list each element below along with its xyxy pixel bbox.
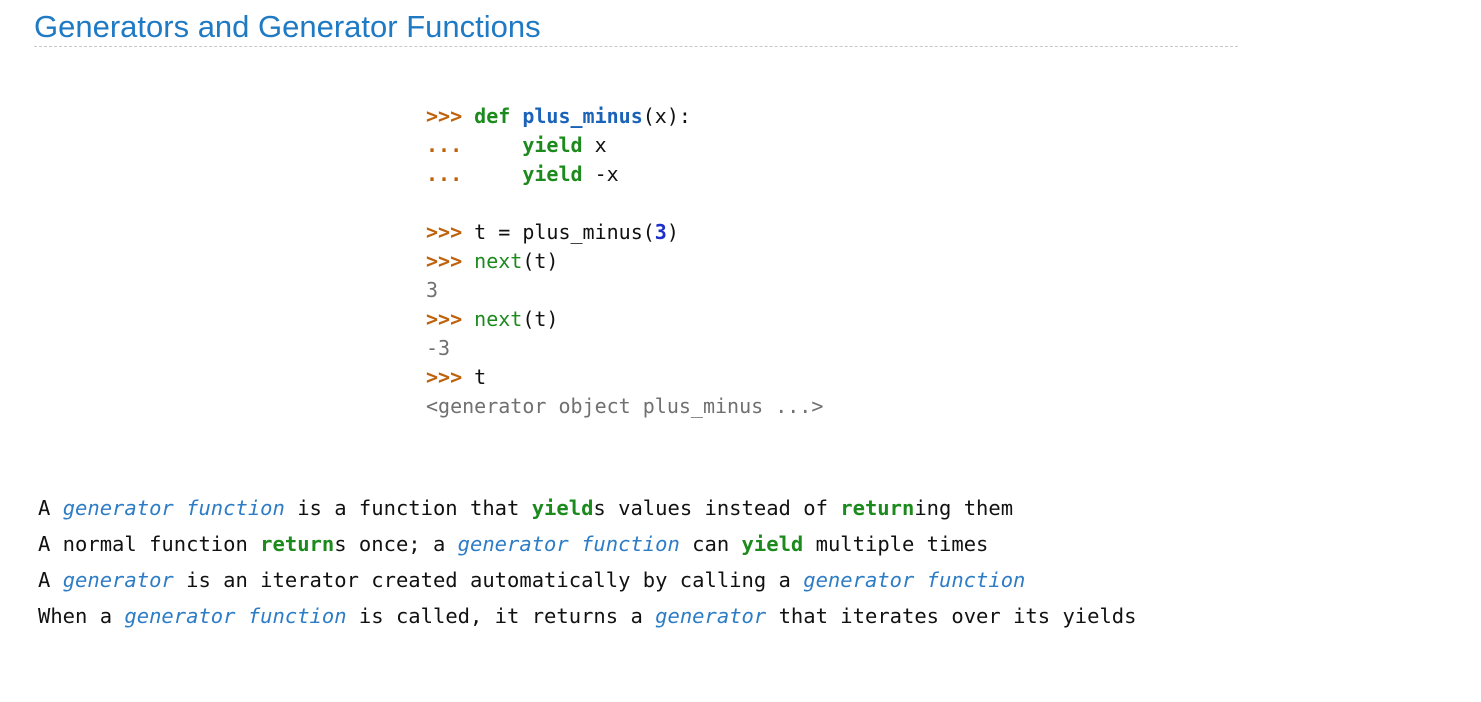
number-literal: 3 <box>654 220 667 244</box>
code-line-yield-neg-x: ... yield -x <box>426 160 823 189</box>
repl-prompt: >>> <box>426 104 463 128</box>
code-text: t <box>462 365 487 389</box>
code-text: (x): <box>642 104 691 128</box>
repl-prompt: >>> <box>426 365 463 389</box>
keyword-def: def <box>474 104 511 128</box>
term-generator-function: generator function <box>803 568 1026 592</box>
code-line-def: >>> def plus_minus(x): <box>426 102 823 131</box>
code-output: <generator object plus_minus ...> <box>426 394 824 418</box>
code-line-assign: >>> t = plus_minus(3) <box>426 218 823 247</box>
term-generator-function: generator function <box>62 496 285 520</box>
keyword-yield: yield <box>741 532 804 556</box>
keyword-return: return <box>260 532 335 556</box>
keyword-yield: yield <box>522 133 583 157</box>
title-divider <box>34 46 1238 47</box>
builtin-next: next <box>474 307 523 331</box>
explanation-line-4: When a generator function is called, it … <box>38 604 1137 628</box>
explanation-line-2: A normal function returns once; a genera… <box>38 532 989 556</box>
explanation-line-3: A generator is an iterator created autom… <box>38 568 1026 592</box>
term-generator-function: generator function <box>457 532 680 556</box>
continuation-prompt: ... <box>426 133 463 157</box>
code-line-next-1: >>> next(t) <box>426 247 823 276</box>
repl-prompt: >>> <box>426 220 463 244</box>
code-output: 3 <box>426 278 439 302</box>
code-text: t = plus_minus( <box>462 220 655 244</box>
continuation-prompt: ... <box>426 162 463 186</box>
code-text: x <box>582 133 607 157</box>
code-text: (t) <box>522 249 559 273</box>
keyword-return: return <box>840 496 915 520</box>
code-output: -3 <box>426 336 451 360</box>
term-generator: generator <box>655 604 767 628</box>
code-line-yield-x: ... yield x <box>426 131 823 160</box>
repl-prompt: >>> <box>426 307 463 331</box>
slide-title: Generators and Generator Functions <box>34 9 541 44</box>
keyword-yield: yield <box>531 496 594 520</box>
explanation-line-1: A generator function is a function that … <box>38 496 1014 520</box>
explanation-list: A generator function is a function that … <box>38 490 1137 634</box>
function-name: plus_minus <box>522 104 643 128</box>
keyword-yield: yield <box>522 162 583 186</box>
code-line-next-2: >>> next(t) <box>426 305 823 334</box>
term-generator: generator <box>62 568 174 592</box>
code-text: ) <box>666 220 679 244</box>
code-text: -x <box>582 162 619 186</box>
code-example: >>> def plus_minus(x): ... yield x ... y… <box>426 102 823 421</box>
code-line-t: >>> t <box>426 363 823 392</box>
builtin-next: next <box>474 249 523 273</box>
term-generator-function: generator function <box>124 604 347 628</box>
code-text: (t) <box>522 307 559 331</box>
repl-prompt: >>> <box>426 249 463 273</box>
